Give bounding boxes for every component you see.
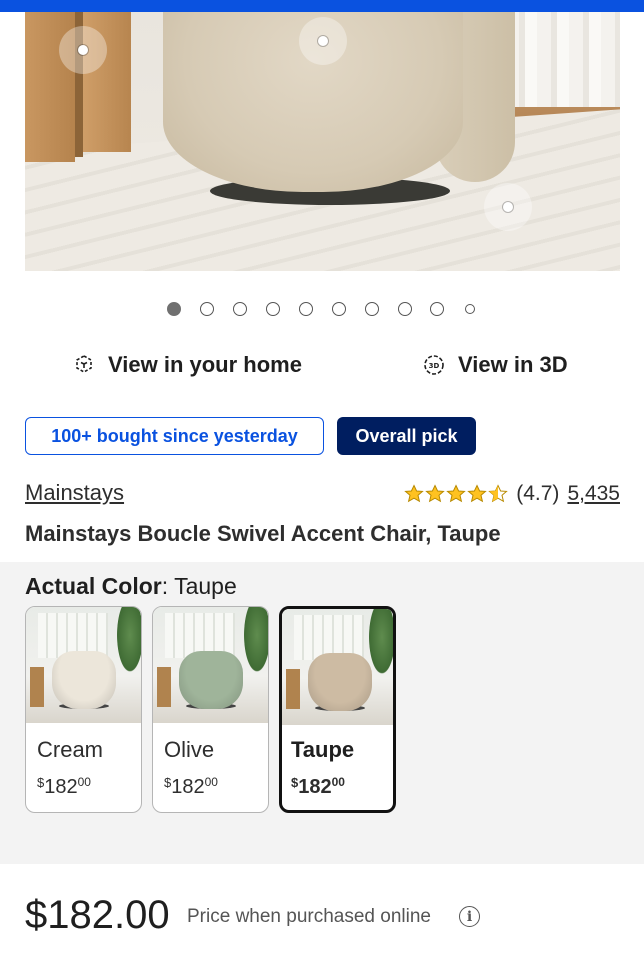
color-option-label: Cream (37, 737, 104, 762)
color-option-label: Olive (164, 737, 215, 762)
info-icon[interactable]: i (459, 906, 480, 927)
overall-pick-badge: Overall pick (337, 417, 476, 455)
3d-rotate-icon: 3D (424, 355, 444, 375)
top-header-bar (0, 0, 644, 12)
carousel-dot[interactable] (200, 302, 214, 316)
swatch-image (282, 609, 393, 725)
carousel-dot[interactable] (465, 304, 475, 314)
carousel-dot[interactable] (332, 302, 346, 316)
hotspot-dot-icon[interactable] (484, 183, 532, 231)
swatch-image (26, 607, 141, 723)
swatch-chair (52, 651, 116, 709)
color-option-olive[interactable]: Olive $18200 (152, 606, 269, 813)
brand-link[interactable]: Mainstays (25, 480, 124, 506)
color-option-price: $18200 (164, 775, 218, 798)
carousel-dot[interactable] (398, 302, 412, 316)
view-in-home-label: View in your home (108, 352, 302, 377)
star-full-icon (467, 484, 487, 503)
star-half-icon (488, 484, 508, 503)
product-price: $182.00 (25, 893, 170, 937)
star-rating (404, 484, 508, 504)
view-in-3d-button[interactable]: 3D View in 3D (422, 352, 568, 378)
price-note: Price when purchased online (187, 906, 431, 927)
color-heading-value: : Taupe (161, 573, 237, 599)
carousel-dot[interactable] (365, 302, 379, 316)
svg-text:3D: 3D (429, 362, 440, 370)
carousel-dot[interactable] (167, 302, 181, 316)
color-option-price: $18200 (37, 775, 91, 798)
carousel-dot[interactable] (233, 302, 247, 316)
view-in-3d-label: View in 3D (458, 352, 568, 377)
color-heading: Actual Color: Taupe (25, 573, 237, 600)
color-option-price: $18200 (291, 775, 345, 798)
view-in-home-button[interactable]: View in your home (72, 352, 302, 378)
product-image[interactable] (25, 12, 620, 271)
carousel-dot[interactable] (430, 302, 444, 316)
rating-value: (4.7) (516, 482, 560, 505)
swatch-image (153, 607, 268, 723)
hotspot-dot-icon[interactable] (59, 26, 107, 74)
carousel-dot[interactable] (299, 302, 313, 316)
hotspot-dot-icon[interactable] (299, 17, 347, 65)
swatch-chair (308, 653, 372, 711)
swatch-chair (179, 651, 243, 709)
carousel-dot[interactable] (266, 302, 280, 316)
star-full-icon (425, 484, 445, 503)
bought-count-badge: 100+ bought since yesterday (25, 417, 324, 455)
review-count-link[interactable]: 5,435 (567, 482, 620, 506)
star-full-icon (404, 484, 424, 503)
ar-cube-icon (76, 355, 92, 373)
color-option-taupe[interactable]: Taupe $18200 (279, 606, 396, 813)
color-option-label: Taupe (291, 737, 355, 762)
color-selector: Actual Color: Taupe Cream $18200 Olive $… (0, 562, 644, 864)
product-title: Mainstays Boucle Swivel Accent Chair, Ta… (25, 521, 501, 546)
rating-summary[interactable]: (4.7) 5,435 (404, 482, 620, 506)
star-full-icon (446, 484, 466, 503)
color-heading-label: Actual Color (25, 573, 162, 599)
carousel-dots (0, 302, 644, 318)
color-option-cream[interactable]: Cream $18200 (25, 606, 142, 813)
